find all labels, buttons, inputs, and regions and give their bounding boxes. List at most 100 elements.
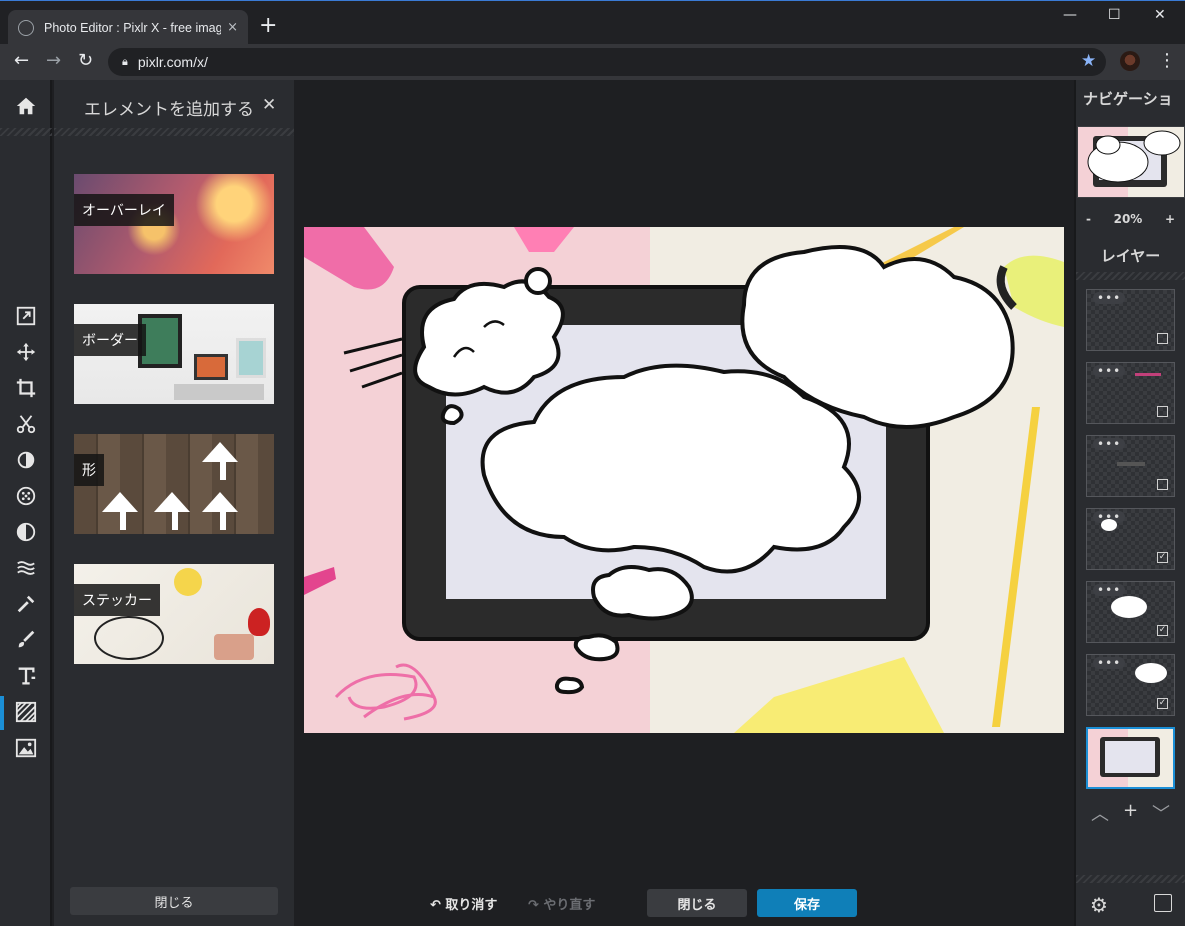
frame-thumb <box>236 338 266 378</box>
layer-actions: ︿ + ﹀ <box>1076 800 1185 826</box>
layer-options-icon[interactable]: ••• <box>1093 292 1126 304</box>
navigation-thumbnail[interactable] <box>1077 126 1185 198</box>
layer-options-icon[interactable]: ••• <box>1093 438 1126 450</box>
right-panel: ナビゲーショ - 20% + レイヤー ••• ••• ••• ••• ✓ ••… <box>1074 80 1185 926</box>
forward-button[interactable]: → <box>46 50 61 72</box>
pixlr-app: エレメントを追加する ✕ オーバーレイ ボーダー 形 ステッカー 閉じる ↶ 取… <box>0 80 1185 926</box>
overlay-category-card[interactable]: オーバーレイ <box>74 174 274 274</box>
layer-thumb-art <box>1117 462 1145 466</box>
nav-thumb-art <box>1078 127 1184 197</box>
layers-title: レイヤー <box>1100 247 1161 265</box>
layer-visibility-checkbox[interactable]: ✓ <box>1157 625 1168 636</box>
maximize-button[interactable]: ☐ <box>1108 7 1121 23</box>
add-element-panel: エレメントを追加する ✕ オーバーレイ ボーダー 形 ステッカー 閉じる <box>54 80 294 926</box>
back-button[interactable]: ← <box>14 50 29 72</box>
layer-visibility-checkbox[interactable] <box>1157 333 1168 344</box>
tool-bar <box>0 80 52 926</box>
category-label: 形 <box>74 454 104 486</box>
layer-options-icon[interactable]: ••• <box>1093 584 1126 596</box>
url-bar[interactable]: 🔒︎ pixlr.com/x/ <box>108 48 1106 76</box>
layer-item[interactable]: ••• ✓ <box>1086 581 1175 643</box>
new-tab-button[interactable]: + <box>259 14 277 38</box>
redo-label: やり直す <box>543 898 596 913</box>
close-button[interactable]: 閉じる <box>647 889 747 917</box>
shape-category-card[interactable]: 形 <box>74 434 274 534</box>
zoom-in-button[interactable]: + <box>1165 212 1175 226</box>
browser-menu-icon[interactable]: ⋮ <box>1158 50 1176 71</box>
text-icon[interactable] <box>10 660 42 692</box>
layer-options-icon[interactable]: ••• <box>1093 657 1126 669</box>
layer-visibility-checkbox[interactable]: ✓ <box>1157 698 1168 709</box>
sticker-thumb <box>214 634 254 660</box>
layer-visibility-checkbox[interactable] <box>1157 406 1168 417</box>
zoom-out-button[interactable]: - <box>1086 212 1091 226</box>
layer-item[interactable]: ••• ✓ <box>1086 654 1175 716</box>
layer-item-selected[interactable] <box>1086 727 1175 789</box>
layer-thumb-art <box>1135 373 1161 376</box>
undo-button[interactable]: ↶ 取り消す <box>430 894 497 913</box>
sticker-category-card[interactable]: ステッカー <box>74 564 274 664</box>
retouch-icon[interactable] <box>10 588 42 620</box>
cutout-scissors-icon[interactable] <box>10 408 42 440</box>
redo-icon: ↷ <box>528 898 544 913</box>
home-icon[interactable] <box>10 90 42 122</box>
canvas-area <box>294 80 1074 926</box>
effect-icon[interactable] <box>10 516 42 548</box>
layer-visibility-checkbox[interactable] <box>1157 479 1168 490</box>
lock-icon: 🔒︎ <box>122 55 128 68</box>
layer-visibility-checkbox[interactable]: ✓ <box>1157 552 1168 563</box>
frame-thumb <box>194 354 228 380</box>
reload-button[interactable]: ↻ <box>78 50 93 72</box>
canvas-image[interactable] <box>304 227 1064 733</box>
layer-thumb-art <box>1135 663 1167 683</box>
liquify-icon[interactable] <box>10 552 42 584</box>
layer-item[interactable]: ••• <box>1086 435 1175 497</box>
active-tool-indicator <box>0 696 4 730</box>
add-layer-icon[interactable]: + <box>1123 800 1138 826</box>
arrow-shapes <box>102 442 238 530</box>
adjust-icon[interactable] <box>10 444 42 476</box>
bookmark-star-icon[interactable]: ★ <box>1081 51 1096 71</box>
draw-brush-icon[interactable] <box>10 624 42 656</box>
add-image-icon[interactable] <box>10 732 42 764</box>
settings-gear-icon[interactable]: ⚙ <box>1090 893 1108 917</box>
crop-icon[interactable] <box>10 372 42 404</box>
bottom-action-bar: ↶ 取り消す ↷ やり直す 閉じる 保存 <box>294 880 1074 926</box>
artwork <box>304 227 1064 733</box>
layer-thumb-art <box>1111 596 1147 618</box>
panel-close-button[interactable]: 閉じる <box>70 887 278 915</box>
move-layer-down-icon[interactable]: ﹀ <box>1152 800 1170 826</box>
move-icon[interactable] <box>10 336 42 368</box>
sticker-thumb <box>94 616 164 660</box>
category-label: ステッカー <box>74 584 160 616</box>
browser-tab-strip: Photo Editor : Pixlr X - free image × + … <box>0 0 1185 45</box>
window-close-button[interactable]: ✕ <box>1154 7 1166 23</box>
collapse-panel-icon[interactable] <box>1154 894 1172 912</box>
layer-item[interactable]: ••• <box>1086 289 1175 351</box>
tab-close-icon[interactable]: × <box>227 20 238 35</box>
filter-icon[interactable] <box>10 480 42 512</box>
layer-options-icon[interactable]: ••• <box>1093 365 1126 377</box>
minimize-button[interactable]: — <box>1063 7 1077 23</box>
element-hatch-icon[interactable] <box>10 696 42 728</box>
browser-tab[interactable]: Photo Editor : Pixlr X - free image × <box>8 10 248 45</box>
panel-close-icon[interactable]: ✕ <box>262 95 276 115</box>
frame-thumb <box>174 384 264 400</box>
profile-avatar[interactable] <box>1120 51 1140 71</box>
sticker-thumb <box>248 608 270 636</box>
divider <box>1076 272 1185 280</box>
layer-item[interactable]: ••• <box>1086 362 1175 424</box>
save-button[interactable]: 保存 <box>757 889 857 917</box>
zoom-control: - 20% + <box>1076 206 1185 232</box>
arrange-icon[interactable] <box>10 300 42 332</box>
tab-title: Photo Editor : Pixlr X - free image <box>44 20 222 35</box>
category-label: オーバーレイ <box>74 194 174 226</box>
divider <box>0 128 52 136</box>
layer-item[interactable]: ••• ✓ <box>1086 508 1175 570</box>
navigation-title: ナビゲーショ <box>1083 90 1173 108</box>
border-category-card[interactable]: ボーダー <box>74 304 274 404</box>
redo-button[interactable]: ↷ やり直す <box>528 894 595 913</box>
move-layer-up-icon[interactable]: ︿ <box>1091 800 1109 826</box>
undo-label: 取り消す <box>445 898 498 913</box>
url-text: pixlr.com/x/ <box>137 54 208 70</box>
